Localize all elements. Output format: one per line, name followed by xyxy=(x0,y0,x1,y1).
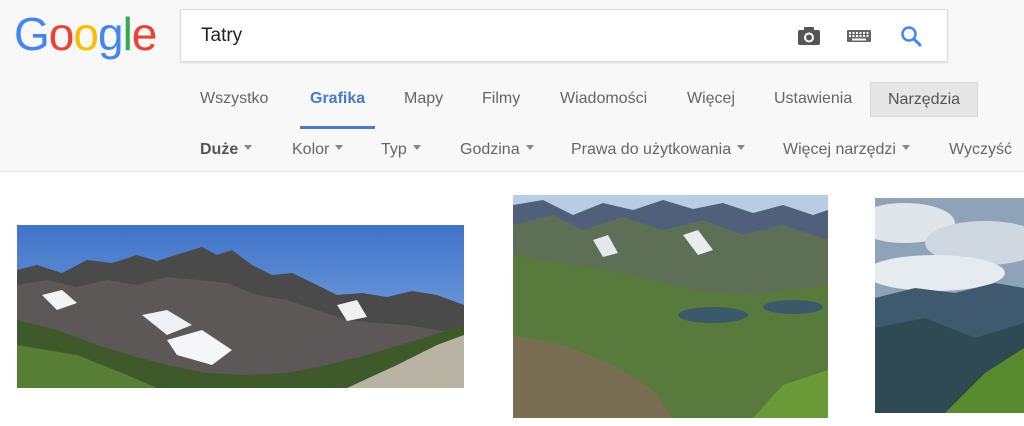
filter-label: Prawa do użytkowania xyxy=(571,141,732,158)
caret-down-icon xyxy=(335,145,344,151)
caret-down-icon xyxy=(244,145,253,151)
tab-grafika[interactable]: Grafika xyxy=(310,82,365,118)
cloudy-mountains-image xyxy=(875,198,1024,413)
tab-mapy[interactable]: Mapy xyxy=(404,82,443,118)
mountain-valley-image xyxy=(513,195,828,418)
logo-letter: o xyxy=(73,8,99,60)
filter-time[interactable]: Godzina xyxy=(460,136,534,164)
tab-ustawienia[interactable]: Ustawienia xyxy=(774,82,852,118)
filter-clear[interactable]: Wyczyść xyxy=(949,136,1012,164)
image-result-tatry-valley-lakes[interactable] xyxy=(513,195,828,418)
caret-down-icon xyxy=(525,145,534,151)
search-icon[interactable] xyxy=(897,23,925,49)
search-header: Google Tatry Wszystko Grafika Mapy Filmy… xyxy=(0,0,1024,172)
filter-label: Godzina xyxy=(460,141,520,158)
filter-label: Typ xyxy=(381,141,407,158)
tab-wiecej[interactable]: Więcej xyxy=(687,82,735,118)
filter-usage-rights[interactable]: Prawa do użytkowania xyxy=(571,136,746,164)
search-box xyxy=(180,9,948,62)
caret-down-icon xyxy=(412,145,421,151)
mountain-panorama-image xyxy=(17,225,464,388)
filter-label: Kolor xyxy=(292,141,330,158)
filter-color[interactable]: Kolor xyxy=(292,136,344,164)
caret-down-icon xyxy=(737,145,746,151)
active-tab-indicator xyxy=(300,126,375,129)
filter-size[interactable]: Duże xyxy=(200,136,253,164)
tab-wiadomosci[interactable]: Wiadomości xyxy=(560,82,647,118)
logo-letter: o xyxy=(48,8,75,60)
filter-label: Więcej narzędzi xyxy=(783,141,896,158)
tools-button[interactable]: Narzędzia xyxy=(870,82,978,117)
keyboard-icon[interactable] xyxy=(845,23,873,49)
search-input[interactable] xyxy=(201,10,781,61)
logo-letter: l xyxy=(122,8,133,60)
filter-more-tools[interactable]: Więcej narzędzi xyxy=(783,136,910,164)
image-result-tatry-panorama[interactable] xyxy=(17,225,464,388)
camera-icon[interactable] xyxy=(795,23,823,49)
tab-filmy[interactable]: Filmy xyxy=(482,82,520,118)
image-result-tatry-clouds[interactable] xyxy=(875,198,1024,413)
tab-wszystko[interactable]: Wszystko xyxy=(200,82,268,118)
caret-down-icon xyxy=(901,145,910,151)
logo-letter: G xyxy=(14,8,50,60)
filter-type[interactable]: Typ xyxy=(381,136,421,164)
filter-label: Duże xyxy=(200,141,239,158)
google-logo[interactable]: Google xyxy=(14,6,158,62)
filter-bar: Duże Kolor Typ Godzina Prawa do użytkowa… xyxy=(0,136,1024,164)
logo-letter: e xyxy=(131,8,158,60)
logo-letter: g xyxy=(97,8,124,60)
